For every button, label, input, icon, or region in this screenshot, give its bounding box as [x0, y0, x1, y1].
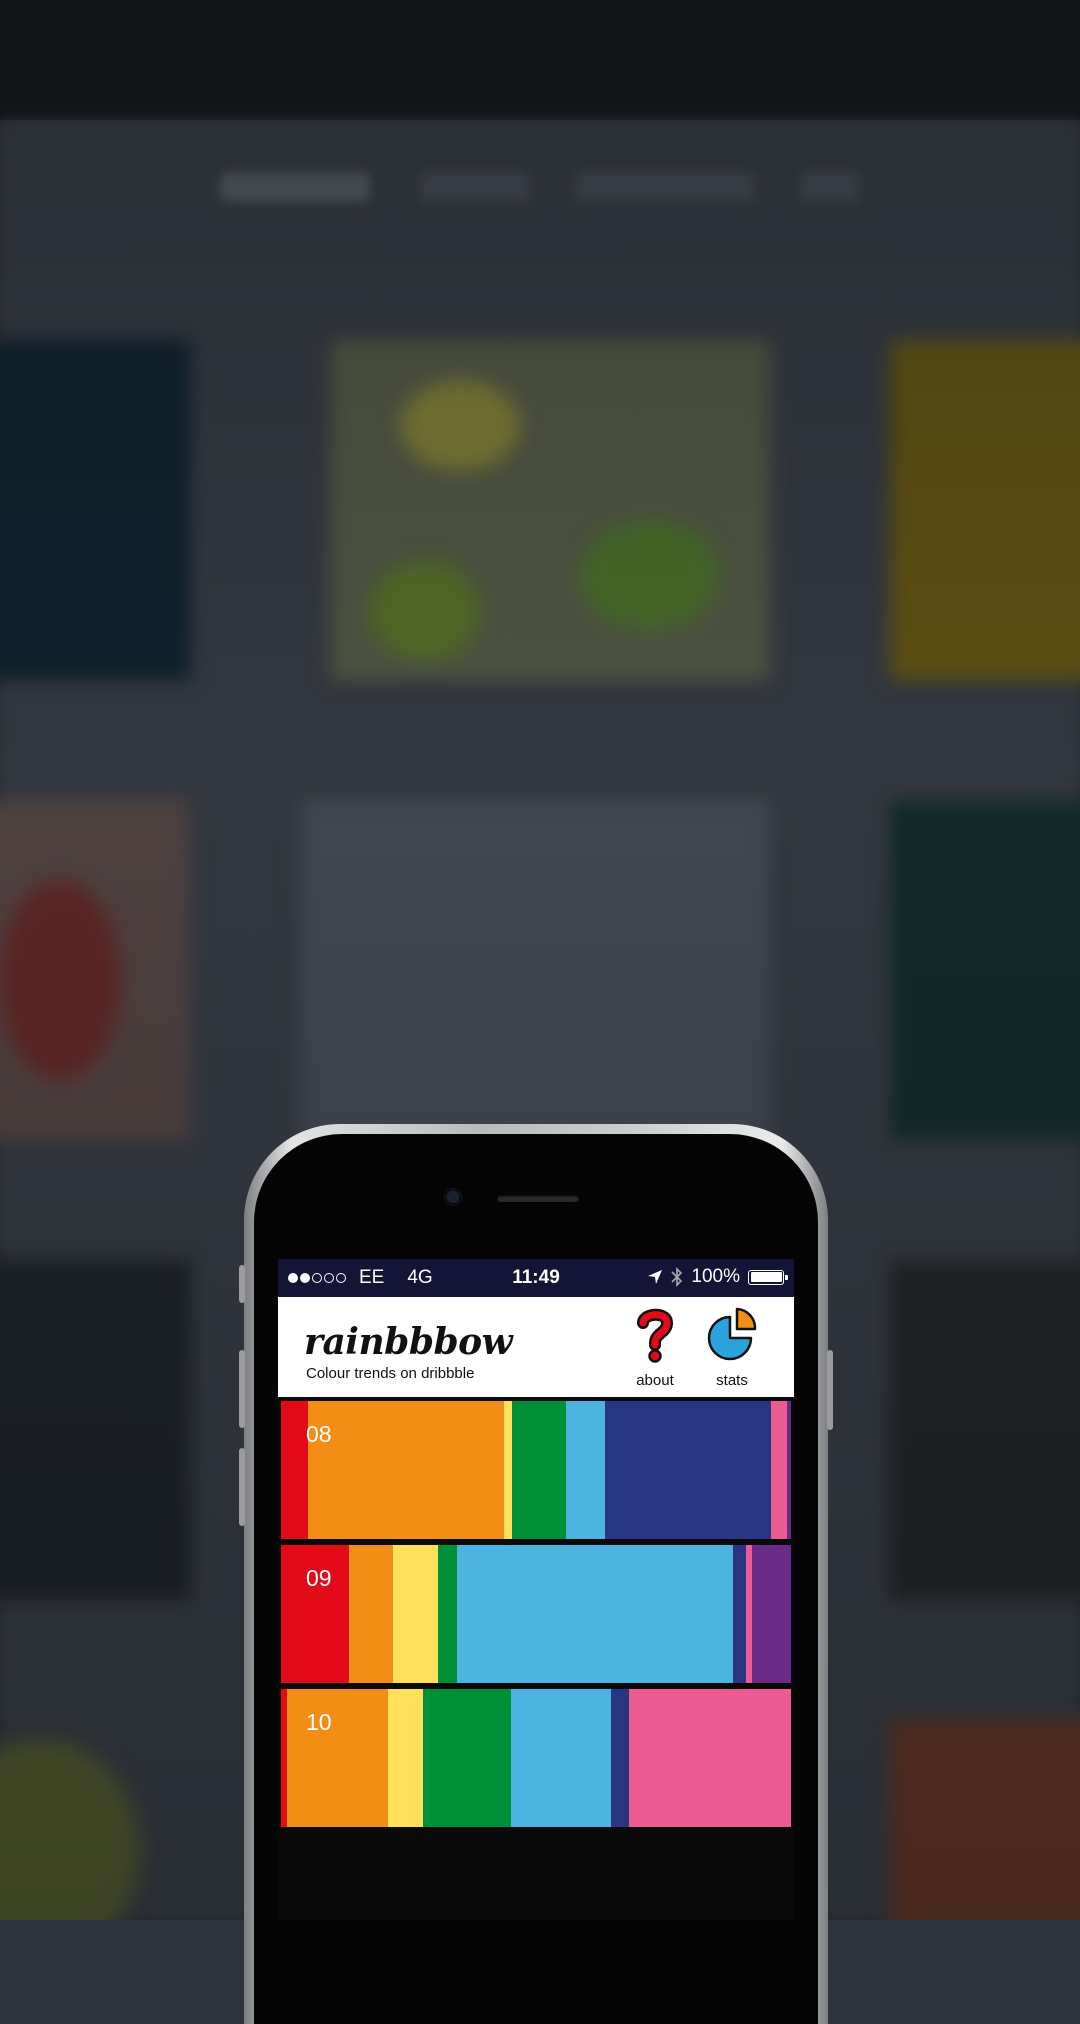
bluetooth-icon [671, 1267, 683, 1287]
mute-switch [239, 1265, 245, 1303]
colour-segment-yellow [388, 1689, 423, 1827]
app-header: rainbbbow Colour trends on dribbble abou… [278, 1297, 794, 1397]
earpiece-speaker [497, 1195, 579, 1202]
phone-screen: EE 4G 11:49 100% rainbbbow Colour trends… [278, 1259, 794, 1920]
month-label: 10 [306, 1709, 332, 1735]
question-mark-icon [637, 1308, 674, 1363]
battery-percentage: 100% [691, 1266, 740, 1287]
colour-segment-purple [752, 1545, 791, 1683]
month-colour-band[interactable]: 08 [281, 1401, 791, 1539]
colour-segment-lightblue [565, 1401, 606, 1539]
month-label: 09 [306, 1565, 332, 1591]
colour-segment-navy [605, 1401, 772, 1539]
status-bar-right: 100% [647, 1266, 788, 1288]
stats-label: stats [716, 1372, 748, 1389]
front-camera [444, 1188, 462, 1206]
colour-segment-pink [628, 1689, 791, 1827]
colour-segment-orange [348, 1545, 393, 1683]
location-arrow-icon [648, 1270, 663, 1284]
month-colour-band[interactable]: 10 [281, 1689, 791, 1827]
colour-segment-green [437, 1545, 458, 1683]
colour-segment-yellow [503, 1401, 513, 1539]
month-colour-band[interactable]: 09 [281, 1545, 791, 1683]
colour-segment-pink [771, 1401, 787, 1539]
colour-segment-navy [610, 1689, 629, 1827]
power-button [827, 1350, 833, 1430]
colour-segment-orange [308, 1401, 504, 1539]
colour-segment-orange [287, 1689, 389, 1827]
volume-down-button [239, 1448, 245, 1526]
colour-segment-red [281, 1401, 309, 1539]
about-button[interactable]: about [620, 1307, 690, 1389]
colour-segment-green [422, 1689, 511, 1827]
pie-chart-icon [707, 1307, 757, 1361]
volume-up-button [239, 1350, 245, 1428]
colour-segment-lightblue [510, 1689, 611, 1827]
battery-icon [748, 1269, 788, 1285]
app-logo: rainbbbow [304, 1321, 513, 1363]
colour-segment-navy [733, 1545, 747, 1683]
app-tagline: Colour trends on dribbble [306, 1365, 475, 1382]
colour-segment-yellow [392, 1545, 438, 1683]
status-bar: EE 4G 11:49 100% [278, 1259, 794, 1297]
about-label: about [636, 1372, 674, 1389]
month-label: 08 [306, 1421, 332, 1447]
colour-segment-lightblue [457, 1545, 734, 1683]
colour-segment-green [512, 1401, 566, 1539]
colour-segment-purple [786, 1401, 791, 1539]
stats-button[interactable]: stats [697, 1307, 767, 1389]
